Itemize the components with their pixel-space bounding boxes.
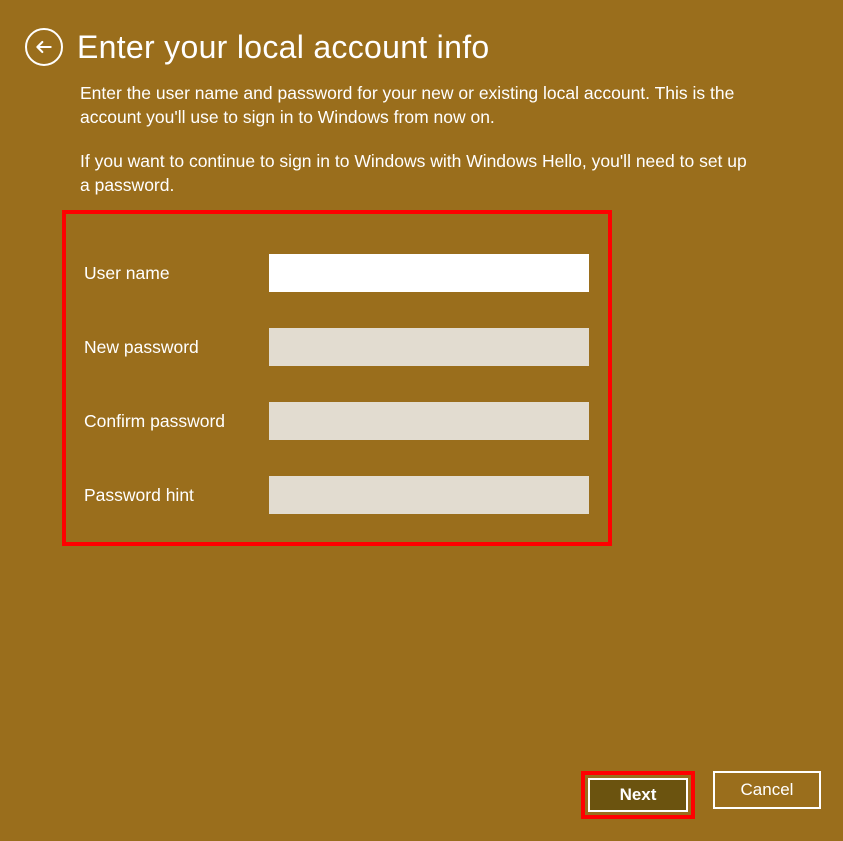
footer-buttons: Next Cancel xyxy=(581,771,821,819)
passwordhint-label: Password hint xyxy=(84,485,269,506)
form-row-username: User name xyxy=(84,254,590,292)
form-row-passwordhint: Password hint xyxy=(84,476,590,514)
confirmpassword-label: Confirm password xyxy=(84,411,269,432)
cancel-button[interactable]: Cancel xyxy=(713,771,821,809)
passwordhint-input[interactable] xyxy=(269,476,589,514)
description-paragraph-2: If you want to continue to sign in to Wi… xyxy=(80,149,760,197)
newpassword-label: New password xyxy=(84,337,269,358)
form-area: User name New password Confirm password … xyxy=(62,210,612,546)
next-button-highlight: Next xyxy=(581,771,695,819)
arrow-left-icon xyxy=(34,37,54,57)
description-paragraph-1: Enter the user name and password for you… xyxy=(80,81,760,129)
username-input[interactable] xyxy=(269,254,589,292)
page-title: Enter your local account info xyxy=(77,29,489,66)
description-block: Enter the user name and password for you… xyxy=(0,66,790,198)
next-button[interactable]: Next xyxy=(588,778,688,812)
username-label: User name xyxy=(84,263,269,284)
confirmpassword-input[interactable] xyxy=(269,402,589,440)
form-row-newpassword: New password xyxy=(84,328,590,366)
newpassword-input[interactable] xyxy=(269,328,589,366)
form-row-confirmpassword: Confirm password xyxy=(84,402,590,440)
back-button[interactable] xyxy=(25,28,63,66)
